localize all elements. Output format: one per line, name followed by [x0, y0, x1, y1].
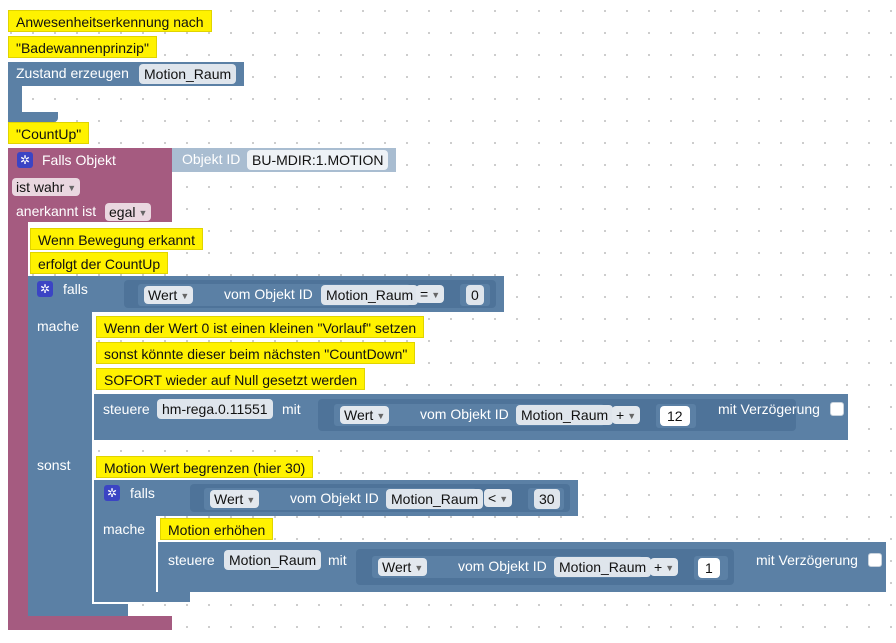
trigger-spine: [8, 222, 28, 622]
control1-number-block[interactable]: 12: [656, 404, 696, 428]
trigger-footer: [8, 616, 172, 630]
control1-value-block[interactable]: Wert ▼ vom Objekt ID Motion_Raum: [334, 404, 614, 426]
control2-number-field[interactable]: 1: [698, 558, 720, 578]
if1-operator-value: =: [420, 286, 429, 302]
if1-gear-icon[interactable]: ✲: [37, 281, 53, 297]
control2-prop-dropdown[interactable]: Wert ▼: [378, 558, 428, 576]
if1-prop-dropdown[interactable]: Wert ▼: [144, 286, 194, 304]
if2-footer: [94, 592, 190, 602]
control2-steuere-label: steuere: [168, 552, 215, 568]
if1-sonst-label: sonst: [37, 457, 71, 473]
comment-countup-follows: erfolgt der CountUp: [30, 252, 169, 274]
comment-set-lead: Wenn der Wert 0 ist einen kleinen "Vorla…: [96, 316, 425, 338]
object-id-block[interactable]: Objekt ID BU-MDIR:1.MOTION: [172, 148, 396, 172]
if1-footer: [28, 604, 128, 616]
object-id-label: Objekt ID: [182, 151, 241, 167]
control1-mit-label: mit: [282, 401, 301, 417]
comment-limit: Motion Wert begrenzen (hier 30): [96, 456, 314, 478]
object-id-field[interactable]: BU-MDIR:1.MOTION: [247, 150, 389, 170]
comment-reset-zero: SOFORT wieder auf Null gesetzt werden: [96, 368, 366, 390]
if1-compare-block[interactable]: Wert ▼ vom Objekt ID Motion_Raum = ▼ 0: [124, 280, 496, 308]
control2-delay-label: mit Verzögerung: [756, 552, 858, 568]
if2-compare-block[interactable]: Wert ▼ vom Objekt ID Motion_Raum < ▼ 30: [190, 484, 570, 512]
control1-of-object-label: vom Objekt ID: [420, 406, 509, 422]
create-state-foot: [8, 112, 58, 122]
control1-operator-value: +: [616, 407, 625, 423]
if2-object-field[interactable]: Motion_Raum: [386, 489, 484, 509]
comment-countdown: sonst könnte dieser beim nächsten "Count…: [96, 342, 416, 364]
trigger-gear-icon[interactable]: ✲: [17, 152, 33, 168]
if1-number-field[interactable]: 0: [466, 285, 484, 305]
if1-value-block[interactable]: Wert ▼ vom Objekt ID Motion_Raum: [138, 284, 419, 306]
control2-delay-checkbox[interactable]: [868, 553, 882, 567]
control2-block[interactable]: steuere Motion_Raum mit Wert ▼ vom Objekt…: [158, 542, 886, 592]
control2-target-field[interactable]: Motion_Raum: [224, 550, 322, 570]
trigger-ack-value: egal: [109, 204, 136, 220]
if2-operator-value: <: [488, 490, 497, 506]
if1-mache-label: mache: [37, 318, 80, 334]
trigger-ack-label: anerkannt ist: [16, 203, 97, 219]
control1-number-field[interactable]: 12: [660, 406, 690, 426]
if2-operator-dropdown[interactable]: < ▼: [484, 489, 513, 507]
if2-gear-icon[interactable]: ✲: [104, 485, 120, 501]
if2-of-object-label: vom Objekt ID: [290, 490, 379, 506]
control2-prop-value: Wert: [382, 559, 412, 575]
trigger-label: Falls Objekt: [42, 152, 116, 168]
control1-steuere-label: steuere: [103, 401, 150, 417]
control1-delay-label: mit Verzögerung: [718, 401, 820, 417]
if2-falls-label: falls: [130, 485, 155, 501]
if1-falls-label: falls: [63, 281, 88, 297]
trigger-condition-dropdown[interactable]: ist wahr ▼: [12, 178, 81, 196]
comment-motion-detected: Wenn Bewegung erkannt: [30, 228, 203, 250]
if1-of-object-label: vom Objekt ID: [224, 286, 313, 302]
if2-prop-value: Wert: [214, 491, 244, 507]
control1-prop-value: Wert: [344, 407, 374, 423]
if1-prop-value: Wert: [148, 287, 178, 303]
create-state-label: Zustand erzeugen: [16, 65, 129, 81]
if2-number-field[interactable]: 30: [534, 489, 560, 509]
control1-delay-checkbox[interactable]: [830, 402, 844, 416]
control1-block[interactable]: steuere hm-rega.0.11551 mit Wert ▼ vom Ob…: [94, 394, 848, 440]
control1-prop-dropdown[interactable]: Wert ▼: [340, 406, 390, 424]
comment-countup: "CountUp": [8, 122, 90, 144]
control1-object-field[interactable]: Motion_Raum: [516, 405, 614, 425]
trigger-condition-value: ist wahr: [16, 179, 65, 195]
control2-value-block[interactable]: Wert ▼ vom Objekt ID Motion_Raum: [372, 556, 652, 578]
if1-number-block[interactable]: 0: [460, 284, 490, 306]
control2-of-object-label: vom Objekt ID: [458, 558, 547, 574]
control2-math-block[interactable]: Wert ▼ vom Objekt ID Motion_Raum + ▼ 1: [356, 549, 734, 585]
if1-operator-dropdown[interactable]: = ▼: [416, 285, 445, 303]
if2-prop-dropdown[interactable]: Wert ▼: [210, 490, 260, 508]
control2-number-block[interactable]: 1: [694, 556, 728, 580]
if2-value-block[interactable]: Wert ▼ vom Objekt ID Motion_Raum: [204, 488, 484, 510]
control1-operator-dropdown[interactable]: + ▼: [612, 406, 641, 424]
create-state-name-field[interactable]: Motion_Raum: [139, 64, 237, 84]
if2-number-block[interactable]: 30: [528, 488, 564, 510]
if2-mache-label: mache: [103, 521, 146, 537]
control1-target-field[interactable]: hm-rega.0.11551: [157, 399, 273, 419]
trigger-ack-dropdown[interactable]: egal ▼: [105, 203, 152, 221]
comment-title-2: "Badewannenprinzip": [8, 36, 157, 58]
comment-title-1: Anwesenheitserkennung nach: [8, 10, 212, 32]
control2-operator-value: +: [654, 559, 663, 575]
control2-operator-dropdown[interactable]: + ▼: [650, 558, 679, 576]
comment-increase: Motion erhöhen: [160, 518, 274, 540]
control2-mit-label: mit: [328, 552, 347, 568]
control2-object-field[interactable]: Motion_Raum: [554, 557, 652, 577]
if1-object-field[interactable]: Motion_Raum: [321, 285, 419, 305]
create-state-block[interactable]: Zustand erzeugen Motion_Raum: [8, 62, 244, 86]
